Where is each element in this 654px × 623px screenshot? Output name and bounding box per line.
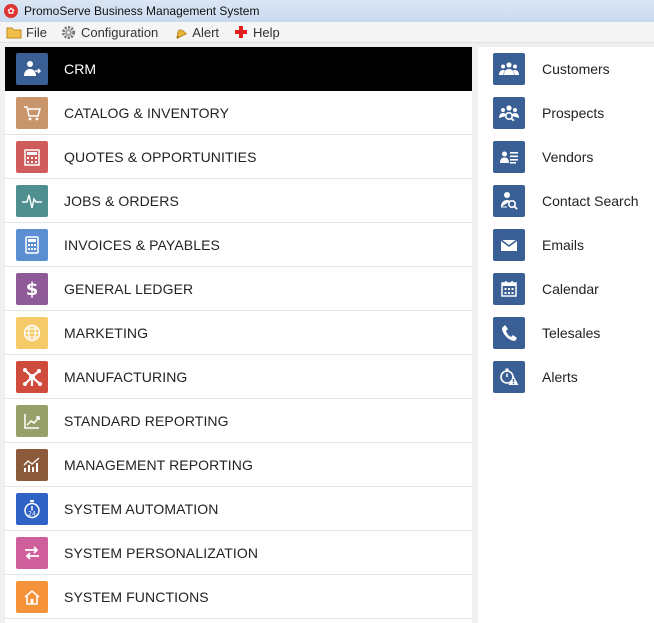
module-label: MARKETING (64, 324, 149, 341)
module-catalog-inventory[interactable]: CATALOG & INVENTORY (5, 91, 472, 135)
arrows-icon (16, 536, 48, 569)
submenu-label: Emails (542, 237, 585, 253)
submenu-prospects[interactable]: Prospects (478, 91, 654, 135)
cross-icon (233, 25, 249, 39)
module-label: INVOICES & PAYABLES (64, 236, 220, 253)
module-system-automation[interactable]: 24 SYSTEM AUTOMATION (5, 487, 472, 531)
submenu-label: Contact Search (542, 193, 639, 209)
network-icon (16, 360, 48, 393)
menu-help[interactable]: Help (233, 25, 280, 40)
alert-icon (493, 361, 525, 393)
pulse-icon (16, 184, 48, 217)
dollar-icon: $ (16, 272, 48, 305)
module-label: STANDARD REPORTING (64, 412, 229, 429)
menu-configuration[interactable]: Configuration (61, 25, 158, 40)
submenu-contact-search[interactable]: Contact Search (478, 179, 654, 223)
envelope-icon (493, 229, 525, 261)
submenu-vendors[interactable]: Vendors (478, 135, 654, 179)
module-label: QUOTES & OPPORTUNITIES (64, 148, 257, 165)
module-label: SYSTEM PERSONALIZATION (64, 544, 259, 561)
submenu-label: Calendar (542, 281, 599, 297)
chart-icon (16, 404, 48, 437)
module-crm[interactable]: CRM (5, 47, 472, 91)
module-label: MANUFACTURING (64, 368, 188, 385)
person-search-icon (493, 185, 525, 217)
submenu-label: Alerts (542, 369, 578, 385)
menu-configuration-label: Configuration (80, 24, 159, 40)
module-jobs-orders[interactable]: JOBS & ORDERS (5, 179, 472, 223)
phone-icon (493, 317, 525, 349)
menu-file[interactable]: File (6, 25, 47, 40)
submenu-emails[interactable]: Emails (478, 223, 654, 267)
menu-help-label: Help (253, 24, 280, 40)
module-label: JOBS & ORDERS (64, 192, 179, 209)
module-standard-reporting[interactable]: STANDARD REPORTING (5, 399, 472, 443)
module-manufacturing[interactable]: MANUFACTURING (5, 355, 472, 399)
calculator-icon (16, 140, 48, 173)
submenu-label: Customers (542, 61, 610, 77)
module-label: SYSTEM AUTOMATION (64, 500, 219, 517)
module-management-reporting[interactable]: MANAGEMENT REPORTING (5, 443, 472, 487)
app-logo-icon: ✿ (4, 4, 18, 18)
module-label: SYSTEM FUNCTIONS (64, 588, 209, 605)
module-system-functions[interactable]: SYSTEM FUNCTIONS (5, 575, 472, 619)
module-list: CRM CATALOG & INVENTORY QUOTES & OPPORTU… (5, 47, 472, 623)
menu-bar: File Configuration Alert Help (0, 22, 654, 43)
submenu-calendar[interactable]: Calendar (478, 267, 654, 311)
bar-chart-icon (16, 448, 48, 481)
stopwatch-icon: 24 (16, 492, 48, 525)
menu-alert-label: Alert (192, 24, 220, 40)
module-general-ledger[interactable]: $ GENERAL LEDGER (5, 267, 472, 311)
module-label: CATALOG & INVENTORY (64, 104, 230, 121)
module-system-personalization[interactable]: SYSTEM PERSONALIZATION (5, 531, 472, 575)
svg-text:$: $ (26, 279, 39, 300)
crm-submenu: Customers Prospects Vendors Contact Sear… (478, 47, 654, 623)
module-marketing[interactable]: MARKETING (5, 311, 472, 355)
submenu-label: Prospects (542, 105, 605, 121)
module-label: GENERAL LEDGER (64, 280, 194, 297)
module-label: CRM (64, 60, 97, 77)
home-icon (16, 580, 48, 613)
cart-icon (16, 96, 48, 129)
folder-icon (6, 25, 22, 39)
window-title: PromoServe Business Management System (24, 4, 260, 18)
module-label: MANAGEMENT REPORTING (64, 456, 253, 473)
calculator-icon (16, 228, 48, 261)
globe-icon (16, 316, 48, 349)
submenu-alerts[interactable]: Alerts (478, 355, 654, 399)
menu-file-label: File (26, 24, 47, 40)
id-card-icon (493, 141, 525, 173)
submenu-label: Vendors (542, 149, 594, 165)
submenu-label: Telesales (542, 325, 601, 341)
person-icon (16, 52, 48, 85)
people-search-icon (493, 97, 525, 129)
calendar-icon (493, 273, 525, 305)
submenu-telesales[interactable]: Telesales (478, 311, 654, 355)
people-icon (493, 53, 525, 85)
title-bar: ✿ PromoServe Business Management System (0, 0, 654, 22)
module-invoices-payables[interactable]: INVOICES & PAYABLES (5, 223, 472, 267)
gear-icon (61, 25, 77, 39)
menu-alert[interactable]: Alert (172, 25, 219, 40)
module-quotes-opportunities[interactable]: QUOTES & OPPORTUNITIES (5, 135, 472, 179)
submenu-customers[interactable]: Customers (478, 47, 654, 91)
bell-icon (172, 25, 188, 39)
svg-text:24: 24 (28, 510, 36, 517)
